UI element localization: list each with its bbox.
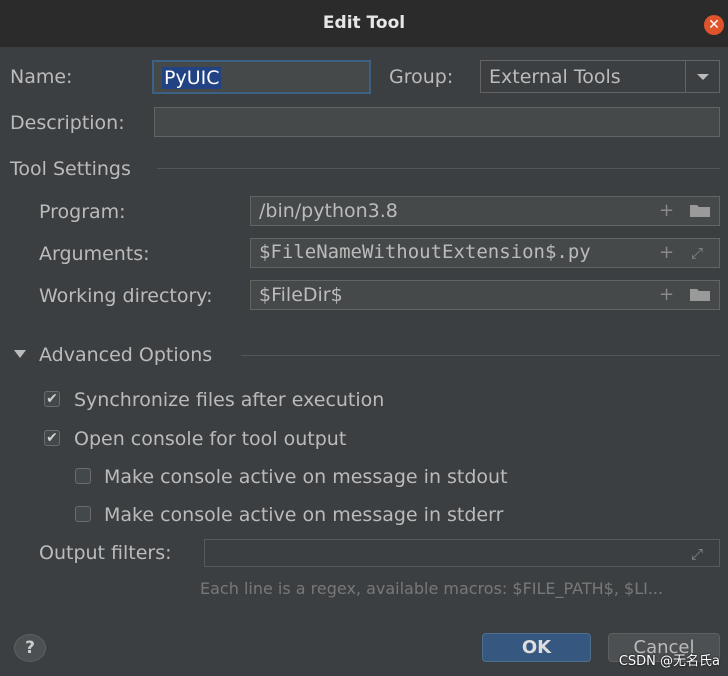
ok-button[interactable]: OK [482,633,591,662]
group-value: External Tools [489,66,621,88]
folder-icon[interactable] [689,286,711,306]
program-value: /bin/python3.8 [259,200,398,222]
plus-icon[interactable]: + [659,286,674,304]
program-input[interactable]: /bin/python3.8 + [250,196,720,226]
plus-icon[interactable]: + [659,244,675,262]
description-label: Description: [10,112,125,134]
close-icon[interactable]: ✕ [704,15,724,35]
arguments-label: Arguments: [39,243,150,265]
program-label: Program: [39,201,126,223]
name-input[interactable]: PyUIC [152,60,371,94]
collapse-toggle-icon[interactable] [14,350,26,358]
working-directory-input[interactable]: $FileDir$ + [250,280,720,310]
section-divider [157,168,720,169]
watermark: CSDN @无名氏a [618,654,720,669]
output-filters-hint: Each line is a regex, available macros: … [200,579,664,598]
stdout-active-label: Make console active on message in stdout [104,466,508,488]
description-input[interactable] [154,107,720,137]
expand-icon[interactable]: ⤢ [691,244,703,262]
sync-files-checkbox[interactable]: ✔ [44,391,60,407]
group-label: Group: [389,66,454,88]
open-console-label: Open console for tool output [74,428,347,450]
advanced-options-title[interactable]: Advanced Options [39,344,212,366]
output-filters-label: Output filters: [39,542,172,564]
arguments-value: $FileNameWithoutExtension$.py [259,241,591,263]
title-bar: Edit Tool ✕ [0,0,728,47]
open-console-checkbox[interactable]: ✔ [44,430,60,446]
name-label: Name: [10,66,73,88]
expand-icon[interactable]: ⤢ [691,545,703,563]
section-divider [241,355,720,356]
working-directory-value: $FileDir$ [259,284,343,306]
stderr-active-label: Make console active on message in stderr [104,504,504,526]
group-combobox[interactable]: External Tools [480,60,720,93]
plus-icon[interactable]: + [659,202,674,220]
sync-files-label: Synchronize files after execution [74,389,385,411]
help-button[interactable]: ? [14,634,46,662]
chevron-down-icon[interactable] [685,61,719,92]
dialog-title: Edit Tool [322,13,406,33]
stdout-active-checkbox[interactable] [75,468,91,484]
name-value: PyUIC [162,67,222,89]
tool-settings-title: Tool Settings [10,158,131,180]
working-directory-label: Working directory: [39,285,213,307]
arguments-input[interactable]: $FileNameWithoutExtension$.py + ⤢ [250,238,720,268]
folder-icon[interactable] [689,202,711,222]
stderr-active-checkbox[interactable] [75,506,91,522]
output-filters-input[interactable]: ⤢ [204,539,720,567]
